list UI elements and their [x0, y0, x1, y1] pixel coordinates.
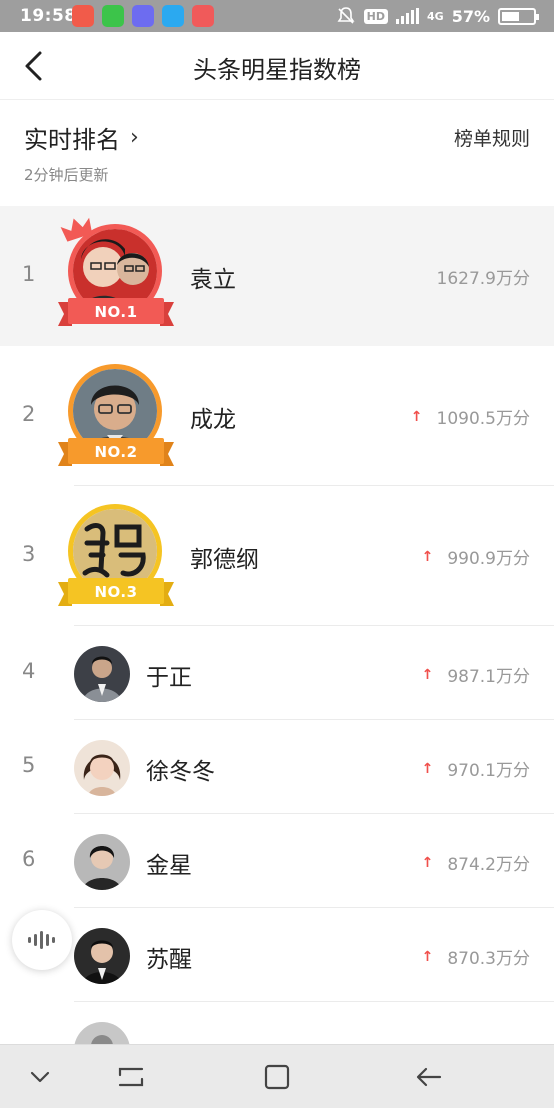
status-time: 19:58	[20, 6, 77, 26]
battery-icon	[498, 7, 539, 25]
star-name: 成龙	[190, 407, 236, 433]
score-value: 870.3万分	[447, 949, 530, 969]
recent-apps-icon[interactable]	[116, 1063, 146, 1091]
wechat-icon	[102, 5, 124, 27]
status-indicators: HD 4G 57%	[336, 5, 539, 27]
score: 1627.9万分	[437, 264, 530, 289]
rank-badge-label: NO.1	[94, 303, 138, 321]
star-name: 袁立	[190, 267, 236, 293]
star-name: 郭德纲	[190, 547, 259, 573]
realtime-label: 实时排名	[24, 126, 120, 154]
arrow-up-icon: ↑	[421, 548, 434, 565]
top-bar: 头条明星指数榜	[0, 32, 554, 100]
score: ↑ 970.1万分	[421, 756, 530, 782]
score-value: 1090.5万分	[436, 409, 530, 429]
ranking-row[interactable]: 3 NO.3 郭德纲 ↑ 990.9万分	[0, 486, 554, 626]
update-note: 2分钟后更新	[24, 166, 109, 184]
hd-badge: HD	[363, 8, 389, 24]
score: ↑ 870.3万分	[421, 944, 530, 970]
avatar	[74, 646, 130, 702]
ranking-row[interactable]: 2 NO.2 成龙 ↑ 1090.5万分	[0, 346, 554, 486]
chevron-right-icon: ›	[130, 125, 139, 150]
score: ↑ 1090.5万分	[410, 404, 530, 430]
rank-number: 3	[22, 542, 36, 566]
home-icon[interactable]	[262, 1063, 292, 1091]
rank-number: 6	[22, 847, 36, 871]
arrow-up-icon: ↑	[421, 760, 434, 777]
arrow-up-icon: ↑	[421, 854, 434, 871]
app-notification-icon	[72, 5, 94, 27]
arrow-up-icon: ↑	[421, 666, 434, 683]
phone-icon	[192, 5, 214, 27]
star-name: 苏醒	[146, 947, 192, 973]
voice-wave-icon	[28, 931, 55, 949]
ranking-row[interactable]: 4 于正 ↑ 987.1万分	[0, 626, 554, 720]
rank-badge-label: NO.3	[94, 583, 138, 601]
score: ↑ 874.2万分	[421, 850, 530, 876]
rank-badge: NO.3	[58, 576, 174, 610]
signal-icon	[396, 8, 420, 24]
rank-number: 1	[22, 262, 36, 286]
rank-number: 5	[22, 753, 36, 777]
rank-number: 2	[22, 402, 36, 426]
ranking-header: 实时排名 › 2分钟后更新 榜单规则	[0, 100, 554, 206]
ranking-list: 1 NO.1 袁立 1627.9万分 2 NO.2 成龙 ↑ 1090.5万分 …	[0, 206, 554, 1096]
ranking-row[interactable]: 6 金星 ↑ 874.2万分	[0, 814, 554, 908]
star-name: 于正	[146, 665, 192, 691]
star-name: 金星	[146, 853, 192, 879]
rank-badge: NO.2	[58, 436, 174, 470]
ranking-row[interactable]: 5 徐冬冬 ↑ 970.1万分	[0, 720, 554, 814]
gallery-icon	[132, 5, 154, 27]
avatar	[74, 834, 130, 890]
page-title: 头条明星指数榜	[193, 56, 361, 84]
rank-number: 4	[22, 659, 36, 683]
system-nav-bar	[0, 1044, 554, 1108]
score-value: 987.1万分	[447, 667, 530, 687]
rank-badge: NO.1	[58, 296, 174, 330]
back-icon[interactable]	[414, 1063, 444, 1091]
crown-icon	[60, 217, 93, 242]
voice-button[interactable]	[12, 910, 72, 970]
bell-muted-icon	[337, 7, 355, 24]
rank-badge-label: NO.2	[94, 443, 138, 461]
chevron-down-icon[interactable]	[26, 1063, 54, 1091]
score-value: 970.1万分	[447, 761, 530, 781]
star-name: 徐冬冬	[146, 759, 215, 785]
store-icon	[162, 5, 184, 27]
score-value: 1627.9万分	[436, 269, 530, 289]
status-bar: 19:58 HD 4G 57%	[0, 0, 554, 32]
battery-percent: 57%	[451, 6, 490, 26]
score: ↑ 990.9万分	[421, 544, 530, 570]
ranking-rules-link[interactable]: 榜单规则	[454, 124, 530, 151]
avatar	[74, 928, 130, 984]
arrow-up-icon: ↑	[421, 948, 434, 965]
score-value: 874.2万分	[447, 855, 530, 875]
arrow-up-icon: ↑	[410, 408, 423, 425]
score-value: 990.9万分	[447, 549, 530, 569]
ranking-row[interactable]: 7 苏醒 ↑870.3万分	[0, 908, 554, 1002]
avatar	[74, 740, 130, 796]
ranking-row[interactable]: 1 NO.1 袁立 1627.9万分	[0, 206, 554, 346]
score: ↑ 987.1万分	[421, 662, 530, 688]
network-type: 4G	[427, 9, 444, 23]
realtime-ranking-link[interactable]: 实时排名 ›	[24, 120, 139, 155]
